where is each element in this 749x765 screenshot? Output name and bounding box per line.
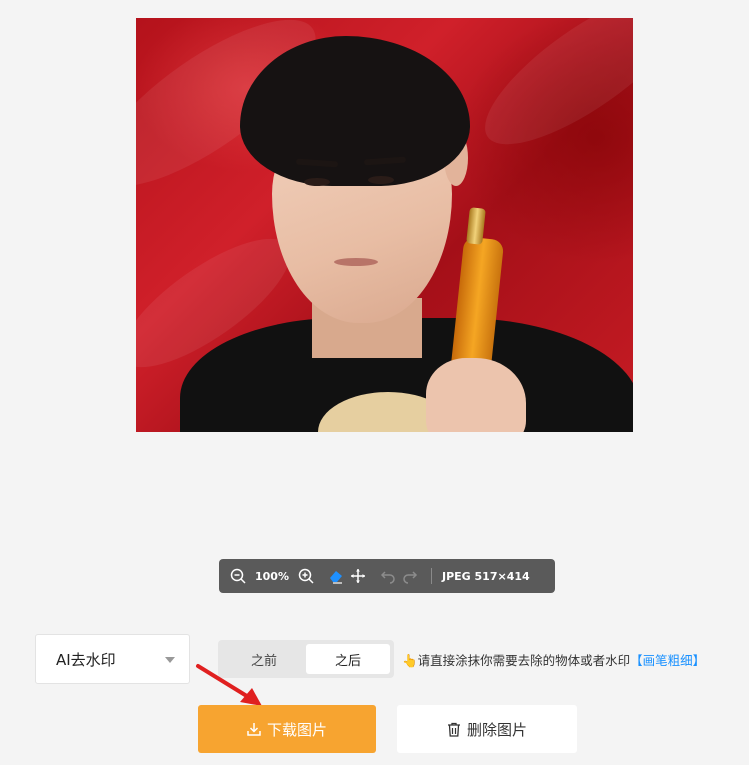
hint-text: 请直接涂抹你需要去除的物体或者水印	[417, 653, 631, 668]
red-arrow-annotation	[196, 664, 262, 706]
photo-eye	[368, 176, 394, 184]
undo-icon[interactable]	[377, 565, 399, 587]
trash-icon	[447, 722, 460, 737]
chevron-down-icon	[165, 657, 175, 663]
download-label: 下载图片	[266, 720, 327, 739]
delete-button[interactable]: 删除图片	[397, 705, 577, 753]
image-toolbar: 100% JPEG 517×414	[219, 559, 555, 593]
zoom-out-icon[interactable]	[227, 565, 249, 587]
photo-hair	[240, 36, 470, 186]
photo-eye	[304, 178, 330, 186]
photo-mouth	[334, 258, 378, 266]
zoom-in-icon[interactable]	[295, 565, 317, 587]
pointing-hand-icon: 👆	[402, 653, 418, 668]
toggle-after[interactable]: 之后	[306, 644, 390, 674]
mode-select-value: AI去水印	[56, 650, 116, 669]
editor-stage: 100% JPEG 517×414 AI去水印 之前 之后 👆请直接涂抹你需要去…	[0, 0, 749, 765]
toolbar-divider	[430, 568, 432, 584]
eraser-icon[interactable]	[325, 565, 347, 587]
download-icon	[247, 723, 261, 736]
mode-select[interactable]: AI去水印	[35, 634, 190, 684]
backdrop-fold	[464, 18, 633, 170]
zoom-level: 100%	[255, 569, 289, 583]
image-format-info: JPEG 517×414	[441, 569, 530, 583]
redo-icon[interactable]	[399, 565, 421, 587]
brush-size-link[interactable]: 【画笔粗细】	[630, 653, 705, 668]
download-button[interactable]: 下载图片	[198, 705, 376, 753]
hint-text-container: 👆请直接涂抹你需要去除的物体或者水印【画笔粗细】	[402, 650, 705, 669]
image-preview[interactable]	[136, 18, 633, 432]
move-icon[interactable]	[347, 565, 369, 587]
delete-label: 删除图片	[466, 720, 527, 739]
